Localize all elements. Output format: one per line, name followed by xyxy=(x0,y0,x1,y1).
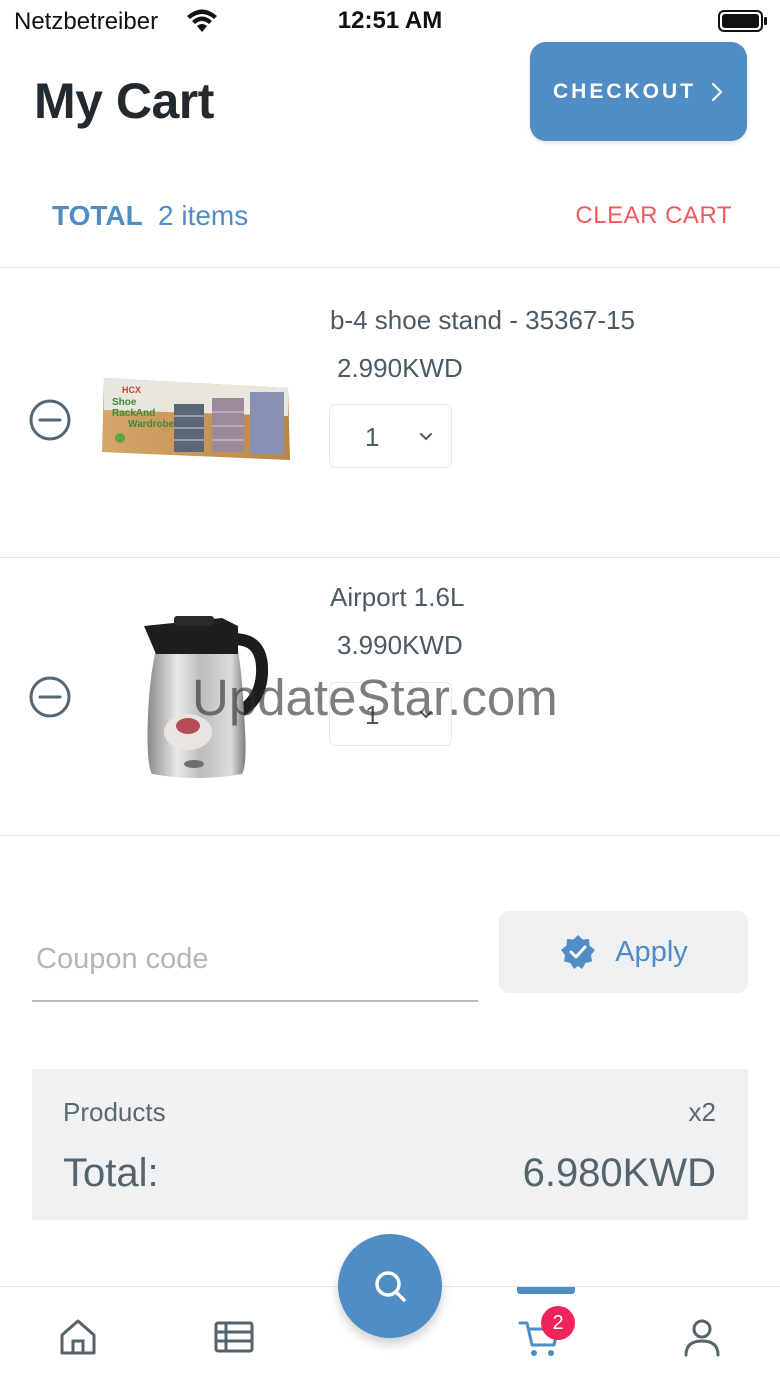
chevron-down-icon xyxy=(420,433,432,441)
svg-text:HCX: HCX xyxy=(122,385,141,395)
cart-item: Airport 1.6L 3.990KWD 1 xyxy=(0,558,780,835)
cart-count-badge: 2 xyxy=(541,1306,575,1340)
product-price: 3.990KWD xyxy=(337,630,463,660)
list-icon[interactable] xyxy=(212,1315,256,1359)
checkout-button[interactable]: CHECKOUT xyxy=(530,42,747,141)
total-label: TOTAL xyxy=(52,200,143,231)
quantity-select[interactable]: 1 xyxy=(329,682,452,746)
user-icon[interactable] xyxy=(680,1315,724,1359)
product-image-shoe-stand: HCX Shoe RackAnd Wardrobe xyxy=(102,378,290,460)
search-button[interactable] xyxy=(338,1234,442,1338)
svg-text:Wardrobe: Wardrobe xyxy=(128,419,175,430)
battery-icon xyxy=(718,10,767,32)
quantity-select[interactable]: 1 xyxy=(329,404,452,468)
divider xyxy=(0,835,780,836)
clock: 12:51 AM xyxy=(337,7,443,34)
apply-label: Apply xyxy=(615,935,688,968)
quantity-value: 1 xyxy=(365,700,380,730)
remove-item-icon[interactable] xyxy=(28,675,72,719)
grand-total-label: Total: xyxy=(63,1151,159,1195)
chevron-down-icon xyxy=(420,711,432,719)
product-price: 2.990KWD xyxy=(337,353,463,383)
products-count: x2 xyxy=(688,1097,716,1127)
products-label: Products xyxy=(63,1097,166,1127)
status-bar: Netzbetreiber 12:51 AM xyxy=(0,0,780,44)
quantity-value: 1 xyxy=(365,422,380,452)
verified-check-icon xyxy=(561,935,596,969)
home-icon[interactable] xyxy=(56,1315,100,1359)
product-name: b-4 shoe stand - 35367-15 xyxy=(330,305,635,335)
product-image-thermos xyxy=(144,616,268,778)
order-totals: Products x2 Total: 6.980KWD xyxy=(32,1069,748,1220)
coupon-code-input[interactable] xyxy=(32,918,478,1002)
chevron-right-icon xyxy=(711,82,723,101)
product-name: Airport 1.6L xyxy=(330,582,465,612)
cart-item: HCX Shoe RackAnd Wardrobe b-4 shoe stand… xyxy=(0,268,780,558)
checkout-label: CHECKOUT xyxy=(553,79,696,103)
active-tab-indicator xyxy=(517,1287,575,1294)
grand-total-value: 6.980KWD xyxy=(522,1151,716,1195)
clear-cart-button[interactable]: CLEAR CART xyxy=(575,202,732,230)
search-icon xyxy=(375,1271,406,1302)
svg-text:RackAnd: RackAnd xyxy=(112,408,155,419)
cart-summary: TOTAL 2 items CLEAR CART xyxy=(0,196,780,238)
remove-item-icon[interactable] xyxy=(28,398,72,442)
apply-coupon-button[interactable]: Apply xyxy=(499,911,748,993)
page-title: My Cart xyxy=(34,73,214,129)
svg-text:Shoe: Shoe xyxy=(112,397,137,408)
items-count: 2 items xyxy=(158,200,249,231)
